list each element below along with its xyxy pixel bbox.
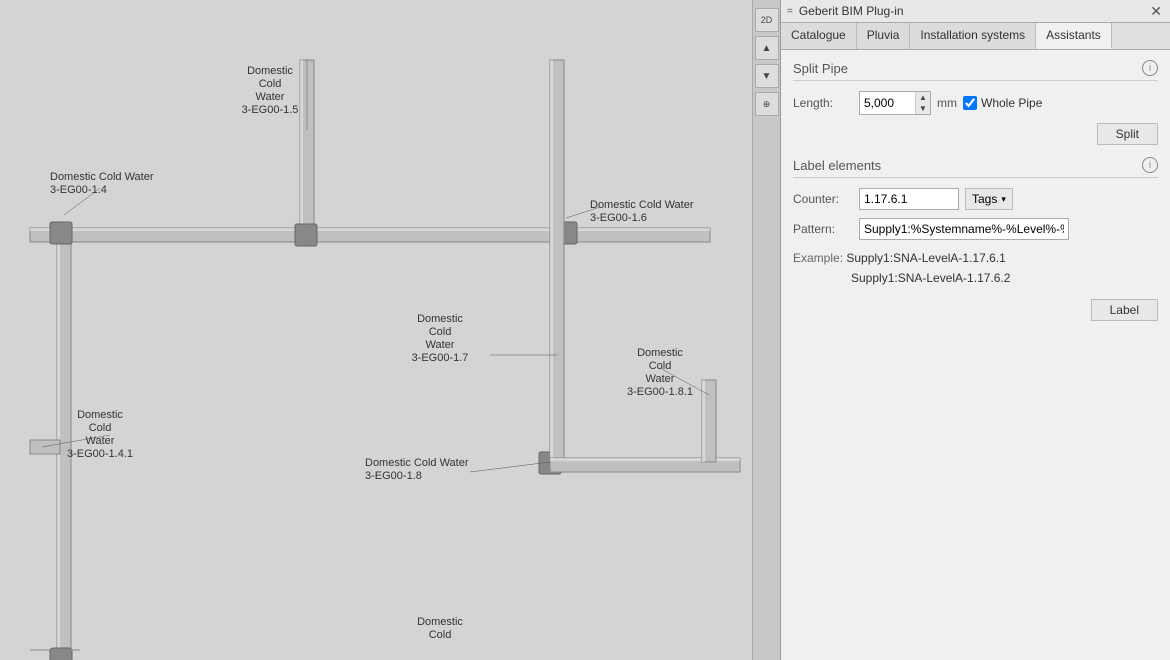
svg-text:3-EG00-1.7: 3-EG00-1.7 — [412, 352, 469, 364]
length-increment[interactable]: ▲ — [916, 92, 930, 103]
svg-text:Water: Water — [256, 91, 285, 103]
svg-text:Water: Water — [86, 435, 115, 447]
panel-content: Split Pipe i Length: ▲ ▼ mm Whole Pipe S… — [781, 50, 1170, 660]
length-input[interactable] — [860, 92, 915, 114]
whole-pipe-label: Whole Pipe — [981, 96, 1042, 110]
example-line1: Supply1:SNA-LevelA-1.17.6.1 — [846, 251, 1005, 265]
toolbar-btn-icon[interactable]: ⊕ — [755, 92, 779, 116]
toolbar-btn-down[interactable]: ▼ — [755, 64, 779, 88]
label-btn-row: Label — [793, 299, 1158, 321]
split-pipe-section-header: Split Pipe i — [793, 60, 1158, 81]
svg-text:Domestic Cold Water: Domestic Cold Water — [365, 457, 469, 469]
svg-text:3-EG00-1.8: 3-EG00-1.8 — [365, 470, 422, 482]
svg-text:Water: Water — [426, 339, 455, 351]
toolbar-btn-up[interactable]: ▲ — [755, 36, 779, 60]
close-button[interactable]: ✕ — [1148, 4, 1164, 18]
cad-drawing: Domestic Cold Water 3-EG00-1.5 Domestic … — [0, 0, 780, 660]
label-button[interactable]: Label — [1091, 299, 1158, 321]
example-row: Example: Supply1:SNA-LevelA-1.17.6.1 Supp… — [793, 248, 1158, 289]
svg-text:Domestic: Domestic — [247, 65, 293, 77]
tabs-bar: Catalogue Pluvia Installation systems As… — [781, 23, 1170, 50]
cad-area: Domestic Cold Water 3-EG00-1.5 Domestic … — [0, 0, 780, 660]
svg-text:3-EG00-1.8.1: 3-EG00-1.8.1 — [627, 386, 693, 398]
svg-text:Cold: Cold — [649, 360, 672, 372]
svg-text:Domestic Cold Water: Domestic Cold Water — [590, 199, 694, 211]
tags-dropdown-arrow: ▾ — [1001, 194, 1006, 205]
tab-installation-systems[interactable]: Installation systems — [910, 23, 1036, 49]
cad-toolbar: 2D ▲ ▼ ⊕ — [752, 0, 780, 660]
svg-text:Water: Water — [646, 373, 675, 385]
length-decrement[interactable]: ▼ — [916, 103, 930, 114]
split-button[interactable]: Split — [1097, 123, 1158, 145]
pattern-row: Pattern: — [793, 218, 1158, 240]
pattern-label: Pattern: — [793, 222, 853, 236]
panel-header-left: = Geberit BIM Plug-in — [787, 4, 904, 18]
panel-header: = Geberit BIM Plug-in ✕ — [781, 0, 1170, 23]
length-input-wrapper: ▲ ▼ — [859, 91, 931, 115]
svg-text:Cold: Cold — [259, 78, 282, 90]
length-spinner: ▲ ▼ — [915, 92, 930, 114]
tab-pluvia[interactable]: Pluvia — [857, 23, 911, 49]
svg-text:Domestic Cold Water: Domestic Cold Water — [50, 171, 154, 183]
svg-text:Domestic: Domestic — [417, 313, 463, 325]
length-label: Length: — [793, 96, 853, 110]
label-elements-section-header: Label elements i — [793, 157, 1158, 178]
whole-pipe-wrapper: Whole Pipe — [963, 96, 1042, 110]
svg-text:3-EG00-1.4.1: 3-EG00-1.4.1 — [67, 448, 133, 460]
right-panel: = Geberit BIM Plug-in ✕ Catalogue Pluvia… — [780, 0, 1170, 660]
label-elements-title: Label elements — [793, 158, 881, 173]
counter-input[interactable] — [859, 188, 959, 210]
example-label: Example: — [793, 251, 846, 265]
svg-text:3-EG00-1.6: 3-EG00-1.6 — [590, 212, 647, 224]
split-btn-row: Split — [793, 123, 1158, 145]
tab-assistants[interactable]: Assistants — [1036, 23, 1112, 49]
pattern-input[interactable] — [859, 218, 1069, 240]
tags-button[interactable]: Tags ▾ — [965, 188, 1013, 210]
svg-text:Domestic: Domestic — [637, 347, 683, 359]
unit-label: mm — [937, 96, 957, 110]
split-pipe-title: Split Pipe — [793, 61, 848, 76]
svg-text:Cold: Cold — [429, 326, 452, 338]
counter-label: Counter: — [793, 192, 853, 206]
length-row: Length: ▲ ▼ mm Whole Pipe — [793, 91, 1158, 115]
tab-catalogue[interactable]: Catalogue — [781, 23, 857, 49]
svg-text:Cold: Cold — [429, 629, 452, 641]
svg-text:3-EG00-1.4: 3-EG00-1.4 — [50, 184, 107, 196]
label-elements-section: Label elements i Counter: Tags ▾ Pattern… — [793, 157, 1158, 321]
svg-text:Domestic: Domestic — [417, 616, 463, 628]
whole-pipe-checkbox[interactable] — [963, 96, 977, 110]
split-pipe-info-icon[interactable]: i — [1142, 60, 1158, 76]
counter-row: Counter: Tags ▾ — [793, 188, 1158, 210]
label-elements-info-icon[interactable]: i — [1142, 157, 1158, 173]
example-line2: Supply1:SNA-LevelA-1.17.6.2 — [793, 268, 1010, 288]
svg-text:Domestic: Domestic — [77, 409, 123, 421]
svg-text:Cold: Cold — [89, 422, 112, 434]
pin-icon[interactable]: = — [787, 6, 793, 17]
toolbar-btn-zoom[interactable]: 2D — [755, 8, 779, 32]
svg-text:3-EG00-1.5: 3-EG00-1.5 — [242, 104, 299, 116]
tags-label: Tags — [972, 192, 997, 206]
panel-title: Geberit BIM Plug-in — [799, 4, 904, 18]
